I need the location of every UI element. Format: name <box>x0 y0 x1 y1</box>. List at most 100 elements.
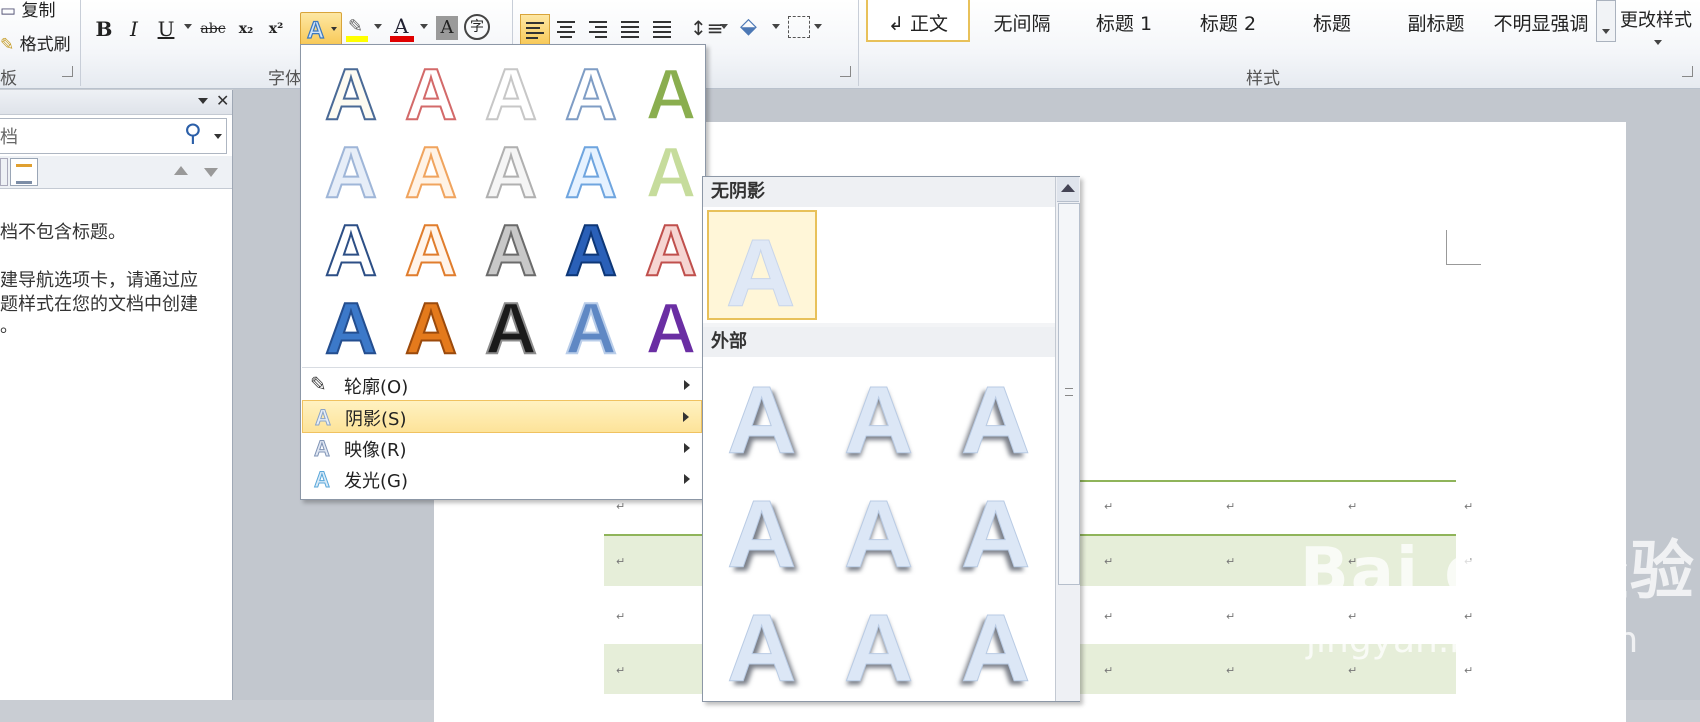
format-painter-button[interactable]: ✎ 格式刷 <box>0 30 71 55</box>
previous-heading-icon[interactable] <box>174 166 188 175</box>
close-icon[interactable]: ✕ <box>216 91 229 110</box>
ribbon: ▭ 复制 ✎ 格式刷 板 B I U abc x₂ x² A ✎ A A 字 字… <box>0 0 1700 89</box>
svg-text:A: A <box>645 289 697 363</box>
group-separator <box>80 0 81 86</box>
chevron-up-icon <box>1061 184 1075 192</box>
tab-headings[interactable] <box>0 158 8 186</box>
shadow-submenu: 无阴影 A 外部 AAAAAAAAAAAAAAAAAA <box>702 176 1080 707</box>
reflection-menu-item[interactable]: A 映像(R) <box>302 432 702 463</box>
scroll-thumb[interactable] <box>1058 203 1080 585</box>
outer-shadow-option[interactable]: AA <box>715 361 815 479</box>
styles-group-label: 样式 <box>1246 69 1280 89</box>
shading-icon[interactable]: ⬙ <box>740 14 757 39</box>
style-subtitle[interactable]: 副标题 <box>1386 0 1486 40</box>
text-effect-preset[interactable]: A <box>311 205 391 292</box>
style-subtle-emphasis[interactable]: 不明显强调 <box>1488 0 1594 40</box>
text-effect-preset[interactable]: A <box>311 127 391 214</box>
text-effect-preset[interactable]: A <box>551 205 631 292</box>
align-left-button[interactable] <box>520 14 550 46</box>
text-effect-preset[interactable]: A <box>391 205 471 292</box>
scroll-up-button[interactable] <box>1057 177 1079 202</box>
font-color-button[interactable]: A <box>390 14 414 42</box>
font-color-dropdown-icon[interactable] <box>420 24 428 29</box>
text-effect-preset[interactable]: A <box>551 127 631 214</box>
text-effect-preset[interactable]: A <box>471 283 551 370</box>
line-spacing-dropdown-icon[interactable] <box>720 24 728 29</box>
outer-shadow-option[interactable]: AA <box>832 361 932 479</box>
search-icon[interactable]: ⚲ <box>184 119 202 147</box>
text-effect-preset[interactable]: A <box>551 283 631 370</box>
styles-more-button[interactable] <box>1596 0 1616 42</box>
bold-button[interactable]: B <box>90 14 118 44</box>
style-heading-2[interactable]: 标题 2 <box>1178 0 1278 40</box>
text-effect-preset[interactable]: A <box>391 49 471 136</box>
svg-text:A: A <box>325 289 377 363</box>
align-center-button[interactable] <box>552 14 580 44</box>
pane-options-icon[interactable] <box>198 98 208 104</box>
justify-button[interactable] <box>616 14 644 44</box>
outer-shadow-option[interactable]: AA <box>949 361 1049 479</box>
superscript-button[interactable]: x² <box>262 14 290 44</box>
styles-launcher[interactable] <box>1682 66 1693 77</box>
style-no-spacing[interactable]: 无间隔 <box>972 0 1072 40</box>
text-effect-preset[interactable]: A <box>631 127 711 214</box>
text-effect-preset[interactable]: A <box>471 205 551 292</box>
text-effect-preset[interactable]: A <box>631 205 711 292</box>
text-effect-preset[interactable]: A <box>551 49 631 136</box>
change-styles-dropdown-icon[interactable] <box>1654 40 1662 45</box>
shadow-menu-item[interactable]: A 阴影(S) <box>302 400 702 433</box>
text-effect-preset[interactable]: A <box>471 127 551 214</box>
borders-dropdown-icon[interactable] <box>814 24 822 29</box>
paragraph-mark: ↵ <box>616 664 626 677</box>
svg-text:A: A <box>645 55 697 129</box>
highlight-color-button[interactable]: ✎ <box>346 16 370 42</box>
style-heading-1[interactable]: 标题 1 <box>1074 0 1174 40</box>
text-effects-button[interactable]: A <box>300 12 342 46</box>
text-effect-preset[interactable]: A <box>391 283 471 370</box>
align-right-button[interactable] <box>584 14 612 44</box>
highlight-dropdown-icon[interactable] <box>374 24 382 29</box>
borders-icon[interactable] <box>788 16 810 38</box>
clipboard-launcher[interactable] <box>62 66 73 77</box>
submenu-arrow-icon <box>684 443 690 453</box>
glow-menu-item[interactable]: A 发光(G) <box>302 463 702 494</box>
svg-text:A: A <box>645 211 697 285</box>
style-title[interactable]: 标题 <box>1282 0 1382 40</box>
text-effect-preset[interactable]: A <box>311 283 391 370</box>
paragraph-mark: ↵ <box>1226 610 1236 623</box>
search-dropdown-icon[interactable] <box>214 134 222 139</box>
outer-shadow-option[interactable]: AA <box>832 589 932 707</box>
distributed-button[interactable] <box>648 14 676 44</box>
enclose-characters-button[interactable]: 字 <box>464 14 490 40</box>
next-heading-icon[interactable] <box>204 168 218 177</box>
copy-button[interactable]: ▭ 复制 <box>0 0 55 21</box>
line-spacing-icon[interactable]: ↕≡ <box>690 16 724 40</box>
style-normal[interactable]: ↲ 正文 <box>866 0 970 42</box>
text-effect-preset[interactable]: A <box>631 49 711 136</box>
text-effect-preset[interactable]: A <box>391 127 471 214</box>
text-effect-preset[interactable]: A <box>311 49 391 136</box>
tab-pages[interactable] <box>10 158 38 186</box>
outer-shadow-option[interactable]: AA <box>715 475 815 593</box>
change-styles-button[interactable]: 更改样式 <box>1620 6 1692 32</box>
subscript-button[interactable]: x₂ <box>232 14 260 44</box>
shading-dropdown-icon[interactable] <box>772 24 780 29</box>
paragraph-mark: ↵ <box>1104 555 1114 568</box>
outer-shadow-option[interactable]: AA <box>832 475 932 593</box>
outline-menu-item[interactable]: ✎ 轮廓(O) <box>302 369 702 400</box>
outer-shadow-option[interactable]: AA <box>715 589 815 707</box>
outer-shadow-option[interactable]: AA <box>949 589 1049 707</box>
no-shadow-option[interactable]: A <box>707 210 817 328</box>
paragraph-launcher[interactable] <box>840 66 851 77</box>
underline-dropdown-icon[interactable] <box>184 24 192 29</box>
character-shading-button[interactable]: A <box>436 16 458 40</box>
strikethrough-button[interactable]: abc <box>196 14 230 44</box>
text-effect-icon: A <box>306 16 337 45</box>
underline-button[interactable]: U <box>152 14 180 44</box>
text-effect-preset[interactable]: A <box>631 283 711 370</box>
outer-shadow-option[interactable]: AA <box>949 475 1049 593</box>
search-input[interactable]: 档 ⚲ <box>0 118 227 154</box>
submenu-scrollbar[interactable] <box>1055 177 1080 701</box>
text-effect-preset[interactable]: A <box>471 49 551 136</box>
italic-button[interactable]: I <box>120 14 148 44</box>
